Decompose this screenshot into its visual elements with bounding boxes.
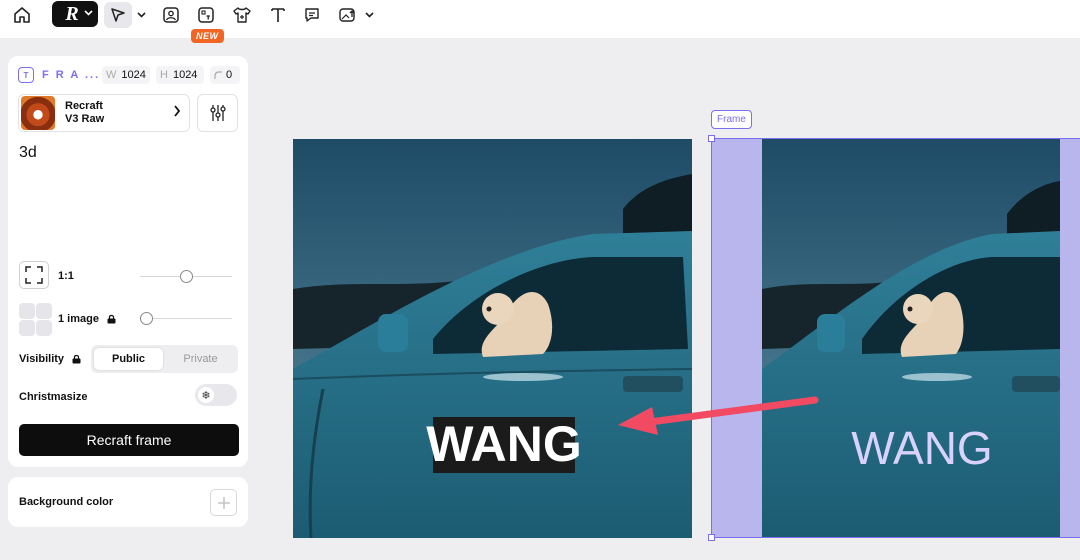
recraft-frame-button[interactable]: Recraft frame (19, 424, 239, 456)
mockup-button[interactable] (230, 2, 254, 28)
width-label: W (106, 69, 117, 81)
home-icon[interactable] (10, 2, 34, 28)
image-edit-dropdown[interactable] (362, 2, 376, 28)
car-dog-photo: WANG (293, 139, 692, 538)
settings-button[interactable] (197, 94, 238, 132)
image-icon (163, 7, 179, 23)
new-badge: NEW (191, 29, 224, 43)
lock-icon (107, 314, 116, 324)
recraft-logo-icon: R (65, 2, 79, 25)
image-count-icon (19, 303, 52, 336)
chevron-down-icon (84, 10, 93, 16)
frame-settings-panel: T F R A ... W 1024 H 1024 0 Recraft V3 R… (8, 56, 248, 467)
background-color-label: Background color (19, 496, 114, 508)
prompt-input[interactable]: 3d (19, 144, 37, 162)
visibility-label: Visibility (19, 353, 65, 365)
height-value: 1024 (172, 69, 198, 81)
model-name: Recraft V3 Raw (65, 100, 104, 126)
visibility-toggle: Public Private (91, 345, 238, 373)
christmasize-toggle[interactable]: ❄ (195, 384, 237, 406)
aspect-ratio-icon (25, 266, 43, 284)
model-thumbnail (21, 96, 55, 130)
plus-icon (217, 496, 230, 509)
visibility-public-option[interactable]: Public (94, 348, 163, 370)
aspect-ratio-slider-knob[interactable] (180, 270, 193, 283)
text-tool-icon (271, 8, 285, 22)
car-dog-photo-framed: WANG (762, 139, 1060, 537)
select-tool-icon (111, 8, 125, 22)
height-field[interactable]: H 1024 (156, 66, 204, 84)
image-count-slider[interactable] (140, 312, 232, 325)
image-count-label: 1 image (58, 313, 116, 325)
height-label: H (160, 69, 168, 81)
visibility-label-row: Visibility (19, 353, 81, 365)
add-background-color-button[interactable] (210, 489, 237, 516)
frame-properties-row: T F R A ... W 1024 H 1024 0 (18, 66, 240, 84)
chevron-down-icon (364, 12, 374, 18)
lock-icon (72, 354, 81, 364)
top-toolbar: R (0, 0, 1080, 38)
image-count-text: 1 image (58, 313, 99, 325)
snowflake-icon: ❄ (198, 387, 214, 403)
license-text-original: WANG (426, 416, 582, 472)
text-tool-button[interactable] (266, 2, 290, 28)
annotation-arrow (618, 396, 819, 435)
chevron-right-icon (174, 105, 181, 117)
corner-radius-field[interactable]: 0 (210, 66, 240, 84)
frame-label-tag[interactable]: Frame (711, 110, 752, 129)
aspect-ratio-button[interactable] (19, 261, 49, 289)
model-selector[interactable]: Recraft V3 Raw (18, 94, 190, 132)
frame-resize-handle-bottom-left[interactable] (708, 534, 715, 541)
select-tool-button[interactable] (104, 2, 132, 28)
christmasize-label: Christmasize (19, 391, 88, 403)
aspect-ratio-label: 1:1 (58, 270, 74, 282)
sliders-icon (209, 105, 226, 121)
text-to-image-icon (198, 7, 214, 23)
image-count-slider-knob[interactable] (140, 312, 153, 325)
image-edit-button[interactable] (336, 2, 360, 28)
recraft-logo-button[interactable]: R (52, 1, 98, 27)
background-color-panel: Background color (8, 477, 248, 527)
corner-radius-icon (214, 71, 222, 79)
frame-name[interactable]: F R A ... (42, 69, 100, 81)
width-field[interactable]: W 1024 (102, 66, 150, 84)
generated-image-framed[interactable]: WANG (762, 139, 1060, 537)
license-text-framed: WANG (851, 422, 992, 474)
image-edit-icon (339, 8, 355, 22)
comment-icon (305, 8, 319, 22)
frame-icon: T (18, 67, 34, 83)
aspect-ratio-slider[interactable] (140, 270, 232, 283)
width-value: 1024 (121, 69, 146, 81)
image-tool-button[interactable] (159, 2, 183, 28)
select-tool-dropdown[interactable] (134, 2, 148, 28)
frame-resize-handle-top-left[interactable] (708, 135, 715, 142)
corner-radius-value: 0 (226, 69, 233, 81)
text-to-image-button[interactable] (194, 2, 218, 28)
model-name-line1: Recraft (65, 100, 103, 112)
comment-button[interactable] (300, 2, 324, 28)
mockup-shirt-icon (233, 7, 251, 23)
chevron-down-icon (136, 12, 146, 18)
generated-image-original[interactable]: WANG (293, 139, 692, 538)
visibility-private-option[interactable]: Private (166, 348, 235, 370)
model-name-line2: V3 Raw (65, 113, 105, 125)
